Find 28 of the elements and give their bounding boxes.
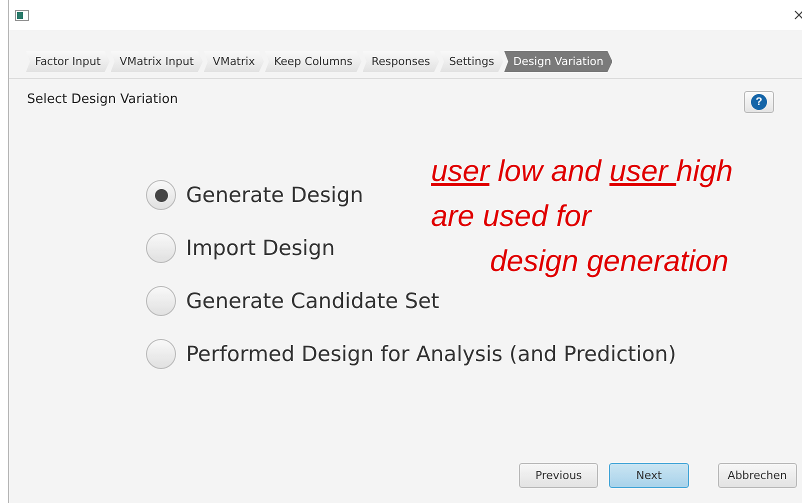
wizard-step[interactable]: Keep Columns: [264, 51, 362, 72]
annotation-text: high: [676, 155, 733, 188]
radio-button[interactable]: [146, 180, 176, 210]
section-heading: Select Design Variation: [27, 92, 178, 106]
close-icon[interactable]: [794, 10, 802, 20]
radio-label[interactable]: Import Design: [186, 236, 335, 260]
wizard-step[interactable]: VMatrix: [204, 51, 264, 72]
dialog-button[interactable]: Next: [609, 463, 689, 488]
radio-button[interactable]: [146, 286, 176, 316]
radio-label[interactable]: Generate Candidate Set: [186, 289, 440, 313]
wizard-step[interactable]: VMatrix Input: [110, 51, 203, 72]
radio-button[interactable]: [146, 339, 176, 369]
wizard-step[interactable]: Responses: [362, 51, 440, 72]
annotation-text: are used for: [431, 200, 592, 233]
annotation-text: design generation: [490, 245, 729, 278]
radio-label[interactable]: Performed Design for Analysis (and Prediction): [186, 342, 676, 366]
radio-button[interactable]: [146, 233, 176, 263]
wizard-step[interactable]: Design Variation: [504, 51, 612, 72]
app-icon: [15, 10, 29, 20]
dialog-button[interactable]: Previous: [519, 463, 598, 488]
dialog-button[interactable]: Abbrechen: [718, 463, 797, 488]
wizard-step[interactable]: Settings: [440, 51, 504, 72]
help-button[interactable]: ?: [744, 91, 774, 113]
wizard-step[interactable]: Factor Input: [26, 51, 110, 72]
radio-label[interactable]: Generate Design: [186, 183, 364, 207]
annotation-text: user: [431, 155, 490, 188]
annotation-text: user: [609, 155, 670, 188]
annotation-text: low and: [496, 155, 603, 188]
